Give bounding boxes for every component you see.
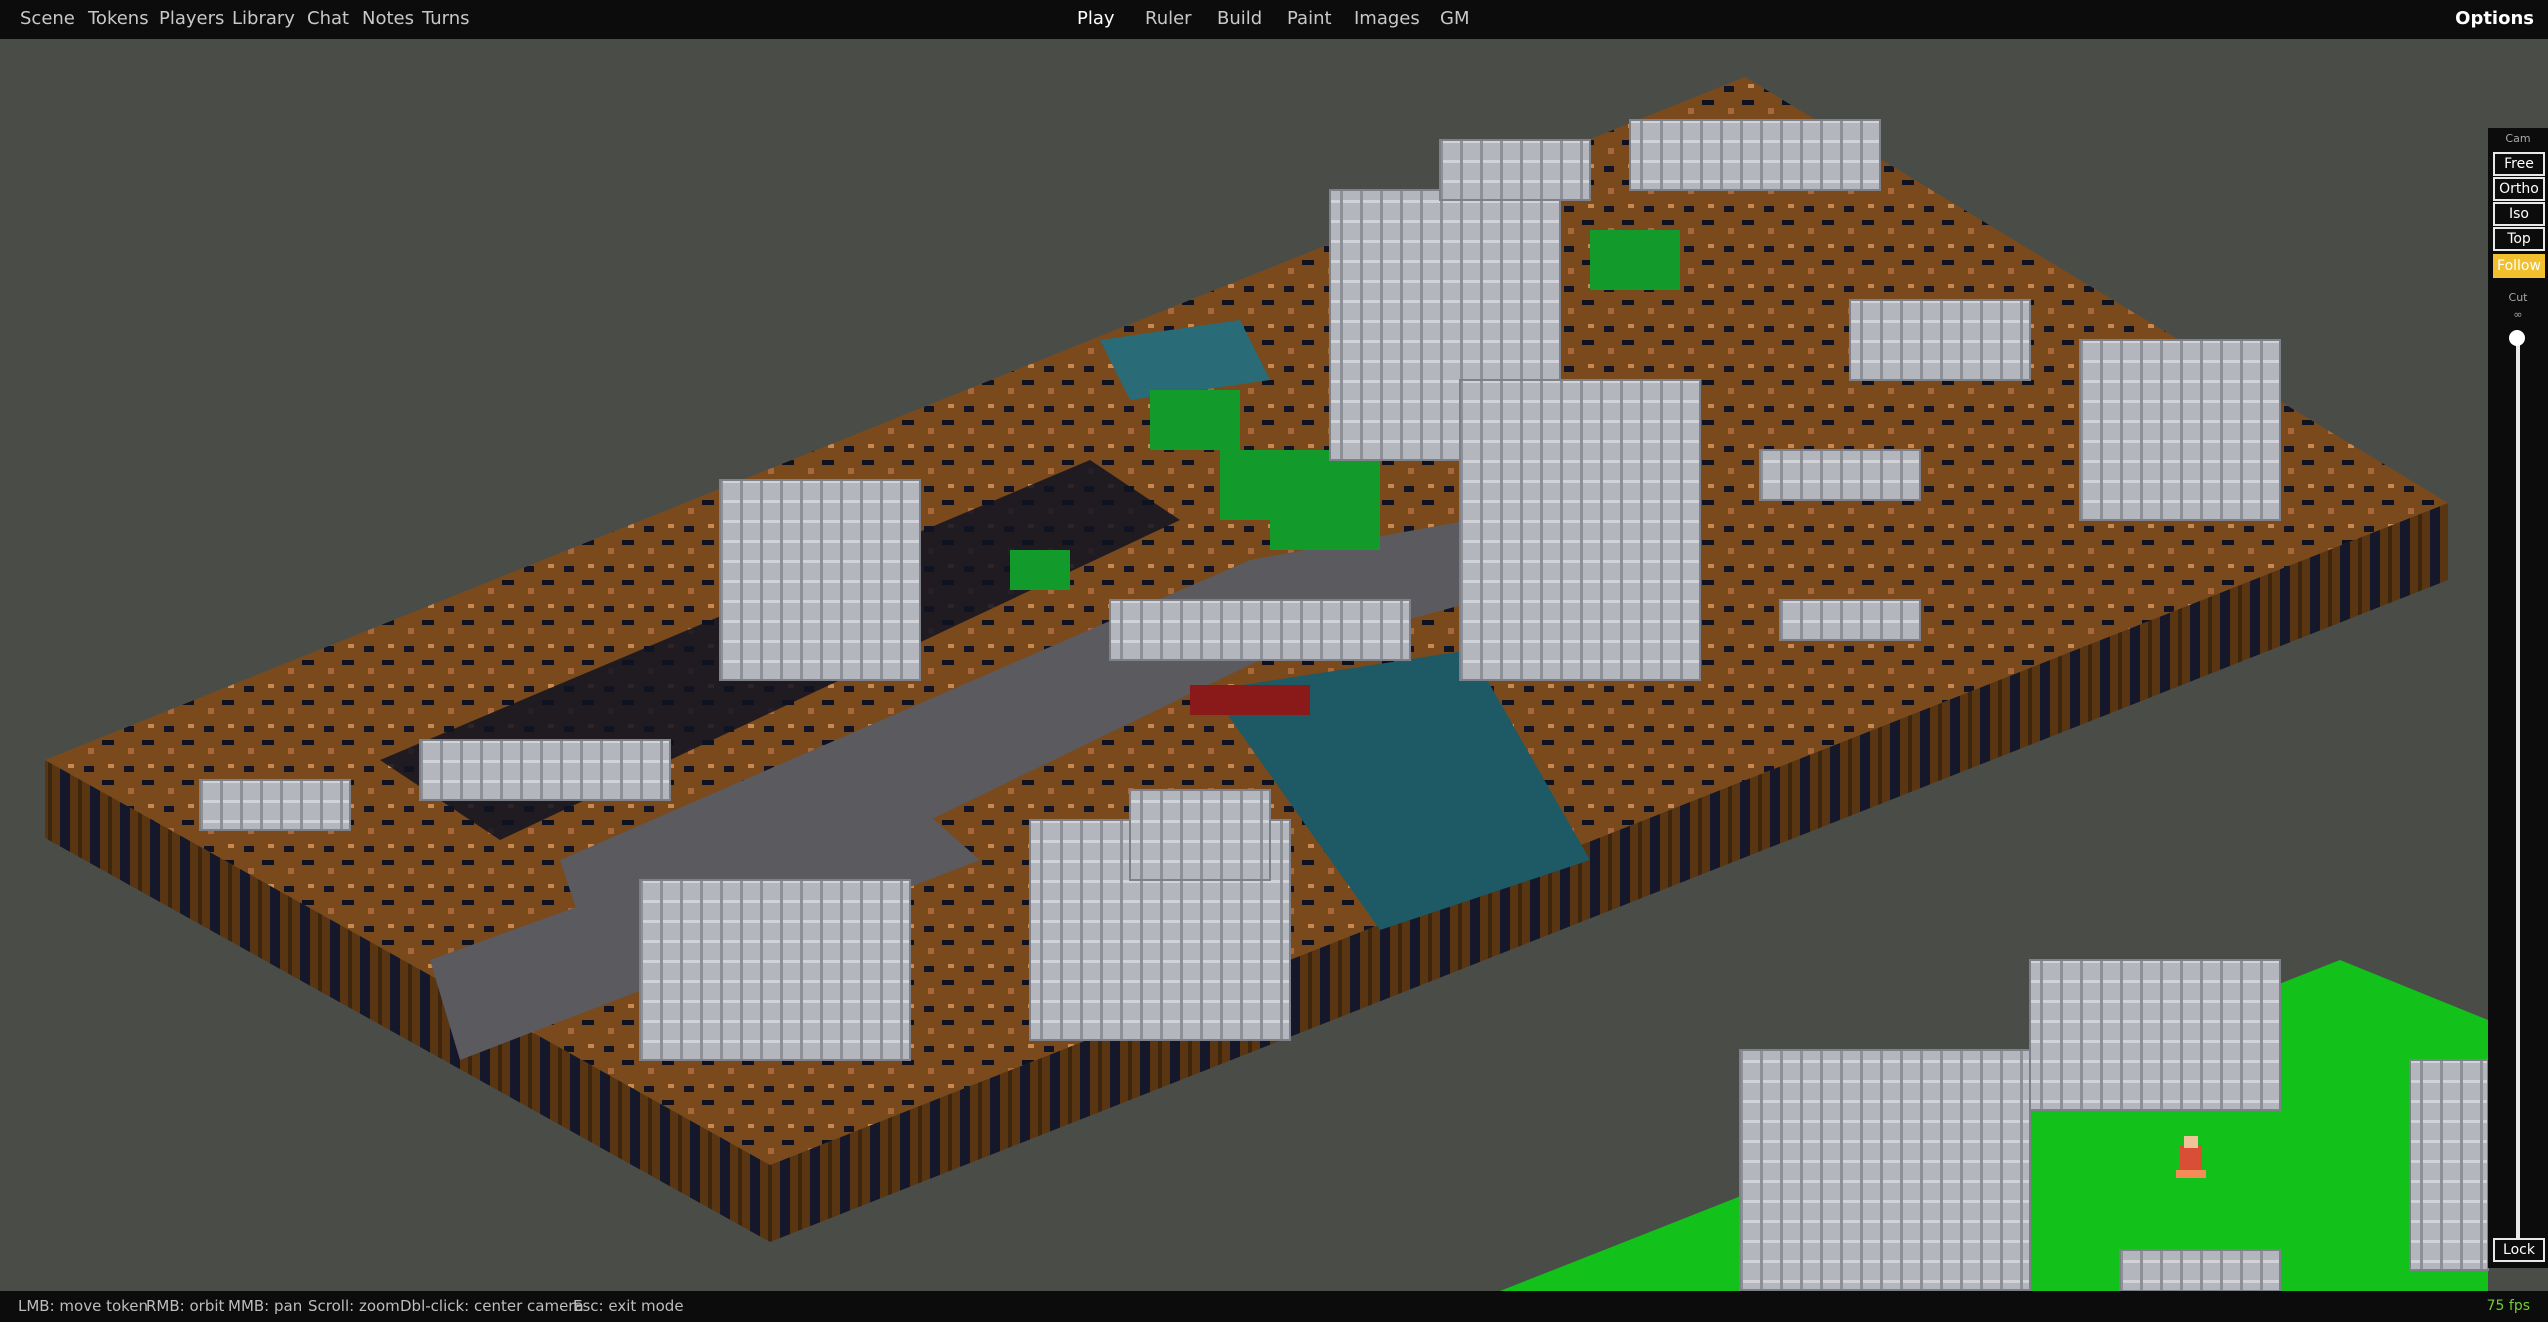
hint-lmb: LMB: move token — [18, 1297, 149, 1315]
hint-esc: Esc: exit mode — [573, 1297, 684, 1315]
nav-players[interactable]: Players — [159, 0, 224, 39]
mode-build[interactable]: Build — [1217, 0, 1262, 39]
nav-library[interactable]: Library — [232, 0, 295, 39]
nav-notes[interactable]: Notes — [362, 0, 414, 39]
nav-tokens[interactable]: Tokens — [88, 0, 149, 39]
cam-free-button[interactable]: Free — [2493, 152, 2545, 176]
cam-iso-button[interactable]: Iso — [2493, 202, 2545, 226]
hint-rmb: RMB: orbit — [146, 1297, 225, 1315]
nav-scene[interactable]: Scene — [20, 0, 75, 39]
nav-turns[interactable]: Turns — [422, 0, 470, 39]
status-bar: LMB: move token RMB: orbit MMB: pan Scro… — [0, 1291, 2548, 1322]
lock-button[interactable]: Lock — [2493, 1238, 2545, 1262]
cam-label: Cam — [2505, 132, 2531, 145]
cut-slider-track[interactable] — [2516, 338, 2520, 1238]
options-button[interactable]: Options — [2455, 0, 2534, 39]
hint-mmb: MMB: pan — [228, 1297, 303, 1315]
cam-follow-button[interactable]: Follow — [2493, 254, 2545, 278]
cut-value: ∞ — [2513, 308, 2523, 321]
cam-top-button[interactable]: Top — [2493, 227, 2545, 251]
mode-gm[interactable]: GM — [1440, 0, 1469, 39]
mode-images[interactable]: Images — [1354, 0, 1420, 39]
voxel-scene — [45, 77, 2489, 1291]
top-menu-bar: Scene Tokens Players Library Chat Notes … — [0, 0, 2548, 39]
cut-slider-thumb[interactable] — [2509, 330, 2525, 346]
cam-ortho-button[interactable]: Ortho — [2493, 177, 2545, 201]
mode-play[interactable]: Play — [1077, 0, 1115, 39]
camera-panel: Cam Free Ortho Iso Top Follow Cut ∞ Lock — [2488, 128, 2548, 1268]
hint-scroll: Scroll: zoom — [308, 1297, 400, 1315]
fps-counter: 75 fps — [2486, 1298, 2530, 1314]
mode-paint[interactable]: Paint — [1287, 0, 1332, 39]
red-gate — [1190, 685, 1310, 715]
cut-label: Cut — [2508, 291, 2528, 304]
hint-dblclick: Dbl-click: center camera — [400, 1297, 584, 1315]
scene-viewport[interactable] — [0, 39, 2548, 1291]
nav-chat[interactable]: Chat — [307, 0, 349, 39]
mode-ruler[interactable]: Ruler — [1145, 0, 1192, 39]
